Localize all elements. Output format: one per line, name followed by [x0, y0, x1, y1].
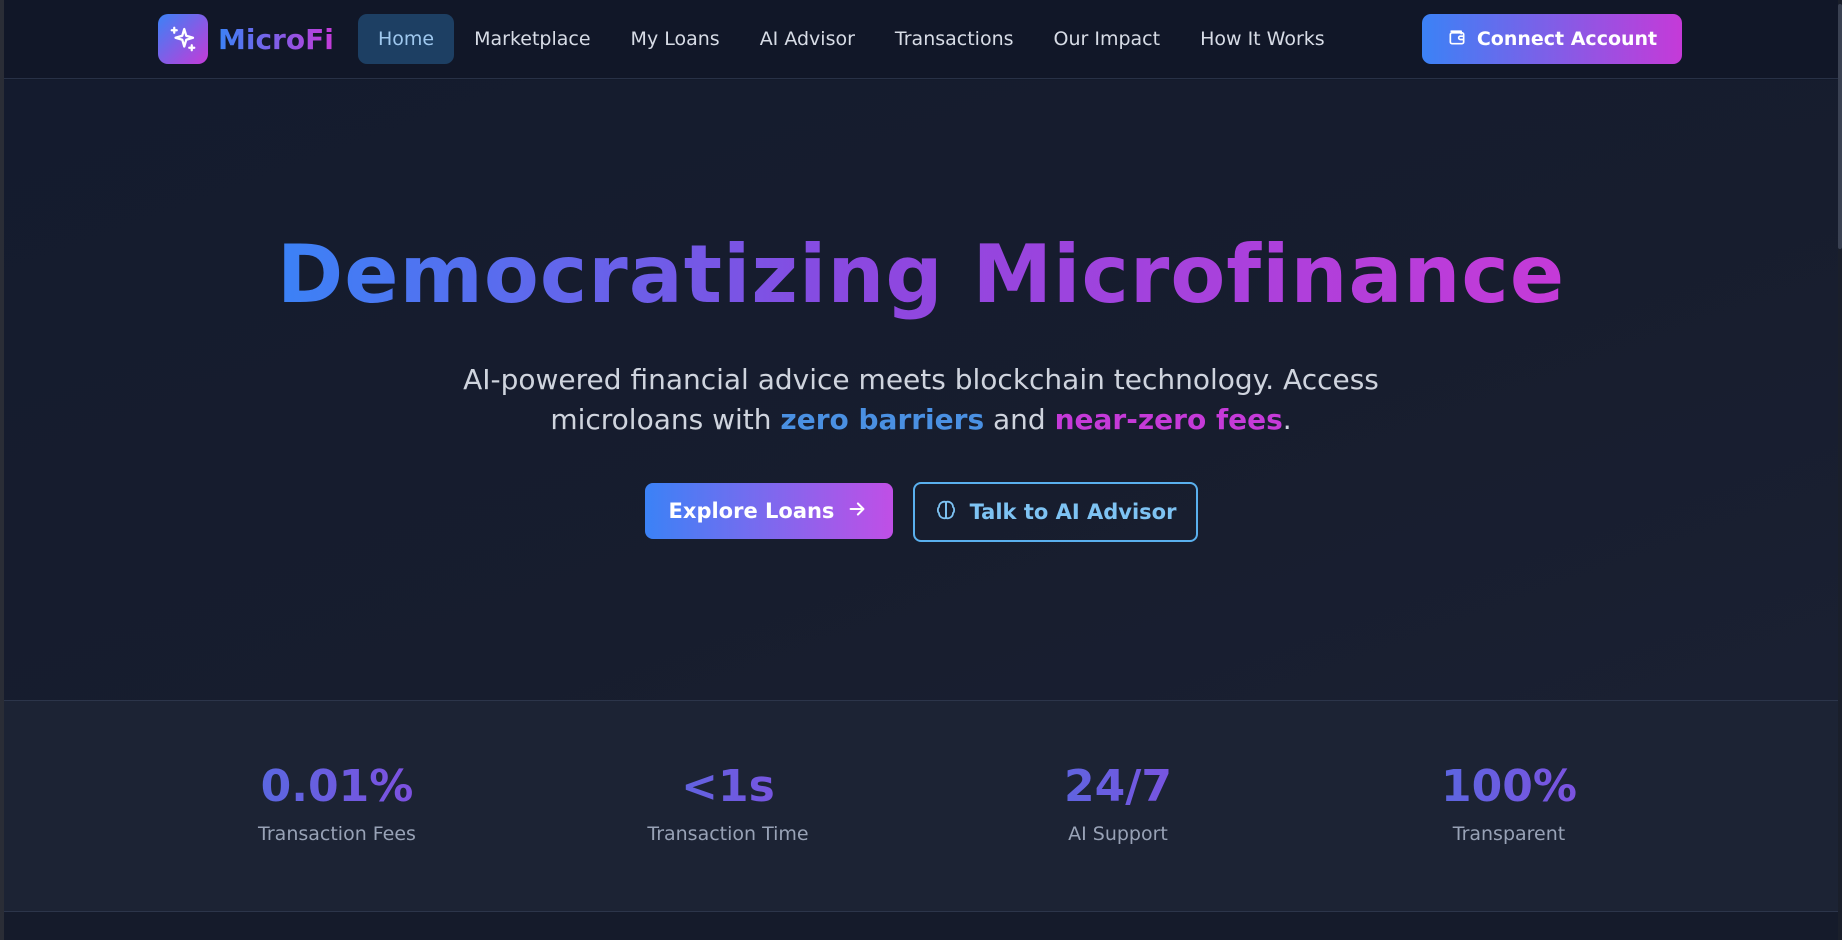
hero-title-text: Democratizing Microfinance	[276, 228, 1566, 321]
nav-item-my-loans[interactable]: My Loans	[611, 14, 740, 64]
talk-to-ai-advisor-button[interactable]: Talk to AI Advisor	[912, 482, 1198, 542]
arrow-right-icon	[846, 498, 868, 525]
main-nav: Home Marketplace My Loans AI Advisor Tra…	[358, 14, 1345, 64]
stat-value: 24/7	[988, 761, 1248, 813]
wallet-icon	[1447, 27, 1467, 52]
hero-section: Democratizing Microfinance AI-powered fi…	[4, 80, 1838, 700]
stat-value: 0.01%	[207, 761, 467, 813]
stat-label: Transaction Fees	[258, 823, 416, 845]
stat-label: AI Support	[1068, 823, 1168, 845]
hero-subtitle-joiner: and	[984, 403, 1055, 436]
explore-loans-button[interactable]: Explore Loans	[644, 483, 893, 539]
brand-name: MicroFi	[218, 22, 334, 56]
hero-subtitle: AI-powered financial advice meets blockc…	[421, 360, 1421, 440]
stats-section: 0.01% Transaction Fees <1s Transaction T…	[4, 700, 1838, 912]
stat-value: <1s	[598, 761, 858, 813]
next-section-edge	[4, 912, 1838, 940]
highlight-near-zero-fees: near-zero fees	[1054, 403, 1283, 436]
nav-item-how-it-works[interactable]: How It Works	[1180, 14, 1345, 64]
connect-account-button[interactable]: Connect Account	[1422, 14, 1682, 64]
hero-title: Democratizing Microfinance	[4, 228, 1838, 321]
nav-item-home[interactable]: Home	[358, 14, 455, 64]
hero-subtitle-end: .	[1282, 403, 1292, 436]
brand-logo[interactable]: MicroFi	[158, 14, 334, 64]
sparkles-icon	[158, 14, 208, 64]
stat-ai-support: 24/7 AI Support	[988, 761, 1248, 845]
page-scrollbar[interactable]	[1838, 0, 1842, 940]
nav-item-our-impact[interactable]: Our Impact	[1034, 14, 1181, 64]
nav-item-transactions[interactable]: Transactions	[875, 14, 1034, 64]
highlight-zero-barriers: zero barriers	[780, 403, 985, 436]
nav-item-ai-advisor[interactable]: AI Advisor	[740, 14, 875, 64]
stat-transparent: 100% Transparent	[1379, 761, 1639, 845]
top-navbar: MicroFi Home Marketplace My Loans AI Adv…	[4, 0, 1838, 79]
nav-item-marketplace[interactable]: Marketplace	[454, 14, 610, 64]
brain-icon	[934, 498, 958, 527]
stat-label: Transaction Time	[647, 823, 809, 845]
app-root: MicroFi Home Marketplace My Loans AI Adv…	[4, 0, 1838, 940]
stat-transaction-fees: 0.01% Transaction Fees	[207, 761, 467, 845]
stat-label: Transparent	[1452, 823, 1566, 845]
connect-account-label: Connect Account	[1476, 28, 1658, 50]
stat-value: 100%	[1379, 761, 1639, 813]
explore-loans-label: Explore Loans	[668, 499, 835, 523]
stat-transaction-time: <1s Transaction Time	[598, 761, 858, 845]
scrollbar-thumb[interactable]	[1838, 4, 1842, 249]
hero-cta-row: Explore Loans Talk to AI Advisor	[4, 482, 1838, 542]
talk-to-ai-advisor-label: Talk to AI Advisor	[969, 500, 1177, 524]
